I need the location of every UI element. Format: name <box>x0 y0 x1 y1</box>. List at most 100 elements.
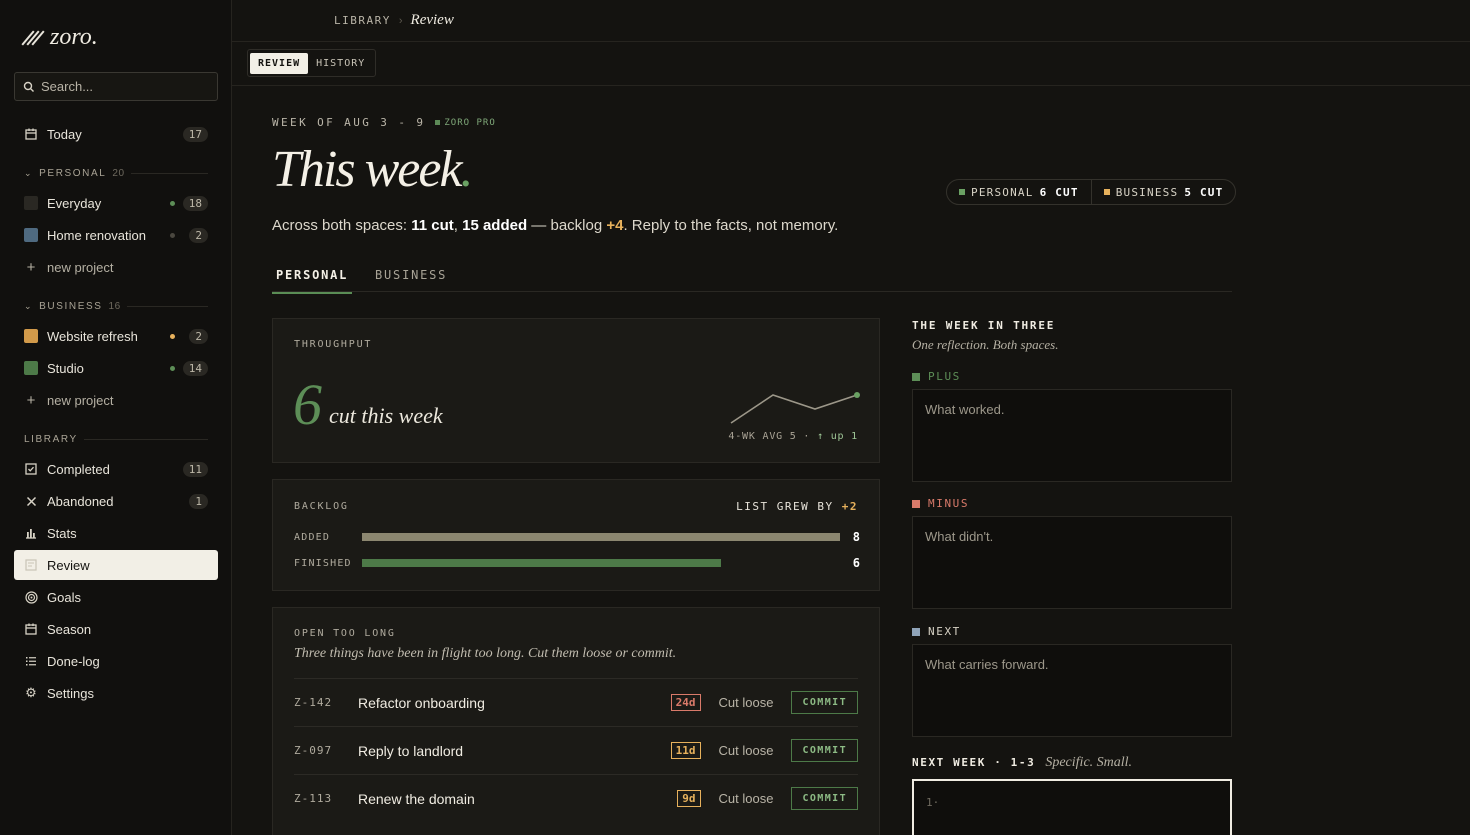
sidebar-item-label: Season <box>47 621 92 637</box>
next-week-title: NEXT WEEK · 1-3 <box>912 756 1036 769</box>
divider <box>126 306 208 307</box>
throughput-sub: cut this week <box>329 403 443 428</box>
pill-square-icon <box>1103 189 1110 195</box>
sidebar-item-label: Review <box>47 557 90 573</box>
plus-label-text: PLUS <box>928 370 961 383</box>
list-icon <box>24 654 38 668</box>
next-textarea[interactable]: What carries forward. <box>912 644 1232 737</box>
sparkline-dot <box>854 392 860 398</box>
bar-finished: FINISHED 6 <box>294 555 860 571</box>
sidebar-item-label: Everyday <box>47 195 102 211</box>
section-title: PERSONAL <box>39 168 107 179</box>
cut-loose-button[interactable]: Cut loose <box>719 743 774 758</box>
page-title: This week. <box>272 140 474 199</box>
task-title[interactable]: Refactor onboarding <box>358 695 671 711</box>
sidebar-item-label: Website refresh <box>47 328 138 344</box>
count-badge: 2 <box>189 328 208 344</box>
task-title[interactable]: Renew the domain <box>358 791 677 807</box>
card-label: THROUGHPUT <box>294 339 373 350</box>
count-badge: 2 <box>189 227 208 243</box>
sidebar-item-label: Studio <box>47 360 84 376</box>
sidebar-item-home-renovation[interactable]: Home renovation 2 <box>14 220 218 250</box>
search-icon <box>23 81 34 92</box>
sidebar-item-website-refresh[interactable]: Website refresh 2 <box>14 321 218 351</box>
project-swatch <box>24 329 38 343</box>
task-id: Z-097 <box>294 744 333 757</box>
tab-history[interactable]: HISTORY <box>308 53 373 74</box>
plus-textarea[interactable]: What worked. <box>912 389 1232 482</box>
sidebar-item-settings[interactable]: ⚙ Settings <box>14 678 218 708</box>
sidebar-item-studio[interactable]: Studio 14 <box>14 353 218 383</box>
task-row[interactable]: Z-142 Refactor onboarding 24d Cut loose … <box>294 678 858 726</box>
sidebar-item-today[interactable]: Today 17 <box>14 119 218 149</box>
open-too-long-card: OPEN TOO LONG Three things have been in … <box>272 607 880 835</box>
pill-square-icon <box>959 189 965 195</box>
next-week-input[interactable]: 1· <box>912 779 1232 835</box>
tab-business[interactable]: BUSINESS <box>371 268 451 292</box>
sidebar-item-abandoned[interactable]: Abandoned 1 <box>14 486 218 516</box>
tab-personal[interactable]: PERSONAL <box>272 268 353 294</box>
space-tabs: PERSONAL BUSINESS <box>272 262 1232 294</box>
bar-added: ADDED 8 <box>294 529 860 545</box>
throughput-value: 6 <box>293 372 322 437</box>
sidebar-item-label: Done-log <box>47 653 100 669</box>
task-row[interactable]: Z-097 Reply to landlord 11d Cut loose CO… <box>294 726 858 774</box>
search-input[interactable]: Search... <box>14 72 218 101</box>
bar-fill <box>362 559 721 567</box>
view-tabs: REVIEW HISTORY <box>232 42 1470 86</box>
section-business[interactable]: ⌄ BUSINESS 16 <box>24 301 208 312</box>
next-week-hint: Specific. Small. <box>1045 755 1133 770</box>
pill-business[interactable]: BUSINESS 5 CUT <box>1090 180 1236 204</box>
sidebar-item-done-log[interactable]: Done-log <box>14 646 218 676</box>
section-personal[interactable]: ⌄ PERSONAL 20 <box>24 168 208 179</box>
commit-button[interactable]: COMMIT <box>791 739 858 762</box>
breadcrumb-library[interactable]: LIBRARY <box>334 14 391 27</box>
summary-comma: , <box>453 217 463 234</box>
task-title[interactable]: Reply to landlord <box>358 743 671 759</box>
commit-button[interactable]: COMMIT <box>791 691 858 714</box>
calendar-icon <box>24 127 38 141</box>
summary-prefix: Across both spaces: <box>272 217 412 234</box>
sidebar-item-everyday[interactable]: Everyday 18 <box>14 188 218 218</box>
sidebar-item-review[interactable]: Review <box>14 550 218 580</box>
pill-value: 5 CUT <box>1184 185 1224 199</box>
sidebar-item-label: Goals <box>47 589 81 605</box>
cut-loose-button[interactable]: Cut loose <box>719 695 774 710</box>
pill-label: PERSONAL <box>971 185 1034 199</box>
next-placeholder: What carries forward. <box>925 657 1049 672</box>
reflection-subtitle: One reflection. Both spaces. <box>912 337 1059 352</box>
pill-personal[interactable]: PERSONAL 6 CUT <box>947 180 1091 204</box>
minus-textarea[interactable]: What didn't. <box>912 516 1232 609</box>
cut-loose-button[interactable]: Cut loose <box>719 791 774 806</box>
sidebar-item-stats[interactable]: Stats <box>14 518 218 548</box>
project-swatch <box>24 228 38 242</box>
growth-label: LIST GREW BY <box>736 500 842 513</box>
space-summary-pills: PERSONAL 6 CUT BUSINESS 5 CUT <box>946 179 1237 205</box>
bar-fill <box>362 533 840 541</box>
project-swatch <box>24 361 38 375</box>
logo-text: zoro. <box>50 24 98 50</box>
title-dot: . <box>460 141 474 198</box>
sidebar-item-completed[interactable]: Completed 11 <box>14 454 218 484</box>
tab-review[interactable]: REVIEW <box>250 52 309 74</box>
sidebar-item-goals[interactable]: Goals <box>14 582 218 612</box>
new-project-button-personal[interactable]: + new project <box>14 252 218 282</box>
logo[interactable]: zoro. <box>21 24 98 51</box>
summary-backlog: +4 <box>606 217 624 234</box>
section-count: 16 <box>108 301 121 312</box>
reflection-title: THE WEEK IN THREE <box>912 319 1056 332</box>
sidebar-item-label: Stats <box>47 525 77 541</box>
summary-added: 15 added <box>462 217 528 234</box>
sidebar-item-season[interactable]: Season <box>14 614 218 644</box>
task-row[interactable]: Z-113 Renew the domain 9d Cut loose COMM… <box>294 774 858 822</box>
commit-button[interactable]: COMMIT <box>791 787 858 810</box>
new-project-button-business[interactable]: + new project <box>14 385 218 415</box>
plus-icon: + <box>26 391 36 409</box>
status-dot <box>170 333 175 339</box>
plus-label: PLUS <box>912 370 961 383</box>
bar-value: 8 <box>852 530 860 544</box>
age-badge: 24d <box>670 694 701 711</box>
search-placeholder: Search... <box>41 79 94 94</box>
divider <box>130 173 208 174</box>
section-count: 20 <box>112 168 125 179</box>
